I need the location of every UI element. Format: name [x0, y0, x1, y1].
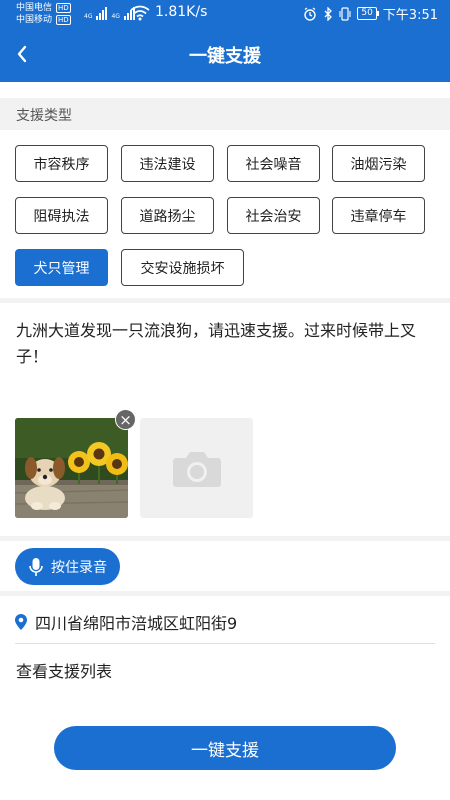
- record-label: 按住录音: [51, 559, 107, 576]
- location-row[interactable]: 四川省绵阳市涪城区虹阳街9: [15, 607, 435, 637]
- delete-photo-icon[interactable]: ×: [115, 409, 136, 430]
- status-right: 50 下午3:51: [303, 4, 438, 23]
- dog-photo-image: [15, 418, 128, 518]
- carrier-info: 中国电信 HD 中国移动 HD: [16, 2, 71, 26]
- add-photo-button[interactable]: [140, 418, 253, 518]
- address-text: 四川省绵阳市涪城区虹阳街9: [35, 614, 238, 633]
- type-option[interactable]: 违法建设: [121, 145, 214, 182]
- attached-photo[interactable]: [15, 418, 128, 518]
- support-type-label: 支援类型: [16, 108, 72, 124]
- app-header: 一键支援: [0, 28, 450, 82]
- support-type-header: 支援类型: [0, 98, 450, 130]
- divider: [0, 591, 450, 596]
- message-input[interactable]: 九洲大道发现一只流浪狗，请迅速支援。过来时候带上叉子！: [16, 318, 436, 370]
- wifi-icon: [130, 5, 150, 21]
- camera-icon: [172, 452, 221, 487]
- hold-to-record-button[interactable]: 按住录音: [15, 548, 120, 585]
- type-option[interactable]: 社会噪音: [227, 145, 320, 182]
- page-title: 一键支援: [189, 46, 261, 67]
- signal-icons: 4G 4G: [84, 7, 135, 20]
- view-support-list-link[interactable]: 查看支援列表: [16, 658, 112, 682]
- type-option[interactable]: 阻碍执法: [15, 197, 108, 234]
- type-option[interactable]: 违章停车: [332, 197, 425, 234]
- divider: [0, 536, 450, 541]
- hd-badge: HD: [56, 15, 71, 25]
- status-time: 下午3:51: [382, 8, 438, 23]
- hd-badge: HD: [56, 3, 71, 13]
- signal-icon: [96, 7, 108, 20]
- microphone-icon: [29, 557, 43, 576]
- alarm-icon: [304, 6, 317, 21]
- battery-icon: 50: [357, 7, 380, 20]
- type-option[interactable]: 社会治安: [227, 197, 320, 234]
- type-option[interactable]: 市容秩序: [15, 145, 108, 182]
- divider: [0, 298, 450, 303]
- carrier-1: 中国电信: [16, 3, 53, 13]
- submit-support-button[interactable]: 一键支援: [54, 726, 396, 770]
- network-speed: 1.81K/s: [155, 4, 208, 20]
- network-type: 4G: [84, 13, 93, 20]
- network-type: 4G: [111, 13, 120, 20]
- type-option-selected[interactable]: 犬只管理: [15, 249, 108, 286]
- vibrate-icon: [339, 6, 351, 21]
- type-option[interactable]: 油烟污染: [332, 145, 425, 182]
- type-option[interactable]: 道路扬尘: [121, 197, 214, 234]
- status-bar: 中国电信 HD 中国移动 HD 4G 4G 1.81K/s 50 下午3:51: [0, 0, 450, 28]
- type-option[interactable]: 交安设施损坏: [121, 249, 244, 286]
- carrier-2: 中国移动: [16, 15, 53, 25]
- bluetooth-icon: [324, 6, 333, 21]
- divider-line: [15, 643, 435, 644]
- location-pin-icon: [15, 614, 27, 630]
